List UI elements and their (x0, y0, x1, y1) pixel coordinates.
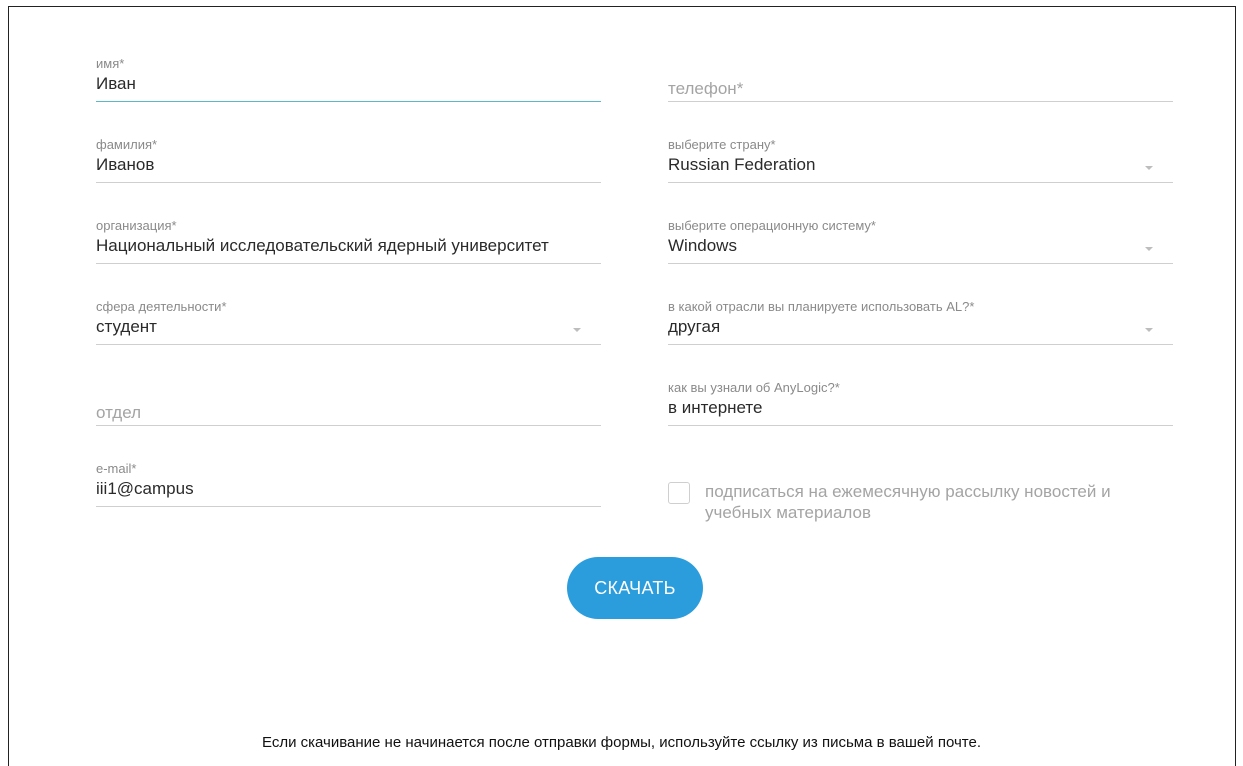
first-name-field[interactable]: имя* Иван (96, 56, 601, 102)
subscribe-option[interactable]: подписаться на ежемесячную рассылку ново… (668, 480, 1173, 530)
country-label: выберите страну* (668, 137, 776, 152)
os-value: Windows (668, 236, 737, 255)
activity-label: сфера деятельности* (96, 299, 227, 314)
os-label: выберите операционную систему* (668, 218, 876, 233)
activity-select[interactable]: сфера деятельности* студент (96, 299, 601, 345)
industry-label: в какой отрасли вы планируете использова… (668, 299, 975, 314)
subscribe-label[interactable]: подписаться на ежемесячную рассылку ново… (705, 481, 1165, 523)
department-field[interactable]: отдел (96, 380, 601, 426)
country-value: Russian Federation (668, 155, 816, 174)
source-field[interactable]: как вы узнали об AnyLogic?* в интернете (668, 380, 1173, 426)
organization-field[interactable]: организация* Национальный исследовательс… (96, 218, 601, 264)
footer-note: Если скачивание не начинается после отпр… (262, 734, 981, 751)
chevron-down-icon (1145, 166, 1153, 170)
email-label: e-mail* (96, 461, 137, 476)
last-name-value: Иванов (96, 155, 155, 174)
first-name-value: Иван (96, 74, 136, 93)
industry-select[interactable]: в какой отрасли вы планируете использова… (668, 299, 1173, 345)
industry-value: другая (668, 317, 721, 336)
os-select[interactable]: выберите операционную систему* Windows (668, 218, 1173, 264)
department-placeholder: отдел (96, 403, 142, 422)
subscribe-checkbox[interactable] (668, 482, 690, 504)
organization-label: организация* (96, 218, 177, 233)
chevron-down-icon (1145, 328, 1153, 332)
last-name-field[interactable]: фамилия* Иванов (96, 137, 601, 183)
chevron-down-icon (573, 328, 581, 332)
source-label: как вы узнали об AnyLogic?* (668, 380, 840, 395)
source-value: в интернете (668, 398, 763, 417)
download-button[interactable]: СКАЧАТЬ (567, 557, 703, 619)
last-name-label: фамилия* (96, 137, 158, 152)
country-select[interactable]: выберите страну* Russian Federation (668, 137, 1173, 183)
phone-field[interactable]: телефон* (668, 56, 1173, 102)
first-name-label: имя* (96, 56, 125, 71)
email-field[interactable]: e-mail* iii1@campus (96, 461, 601, 507)
chevron-down-icon (1145, 247, 1153, 251)
organization-value: Национальный исследовательский ядерный у… (96, 236, 549, 255)
email-value: iii1@campus (96, 479, 194, 498)
phone-placeholder: телефон* (668, 79, 744, 98)
activity-value: студент (96, 317, 157, 336)
